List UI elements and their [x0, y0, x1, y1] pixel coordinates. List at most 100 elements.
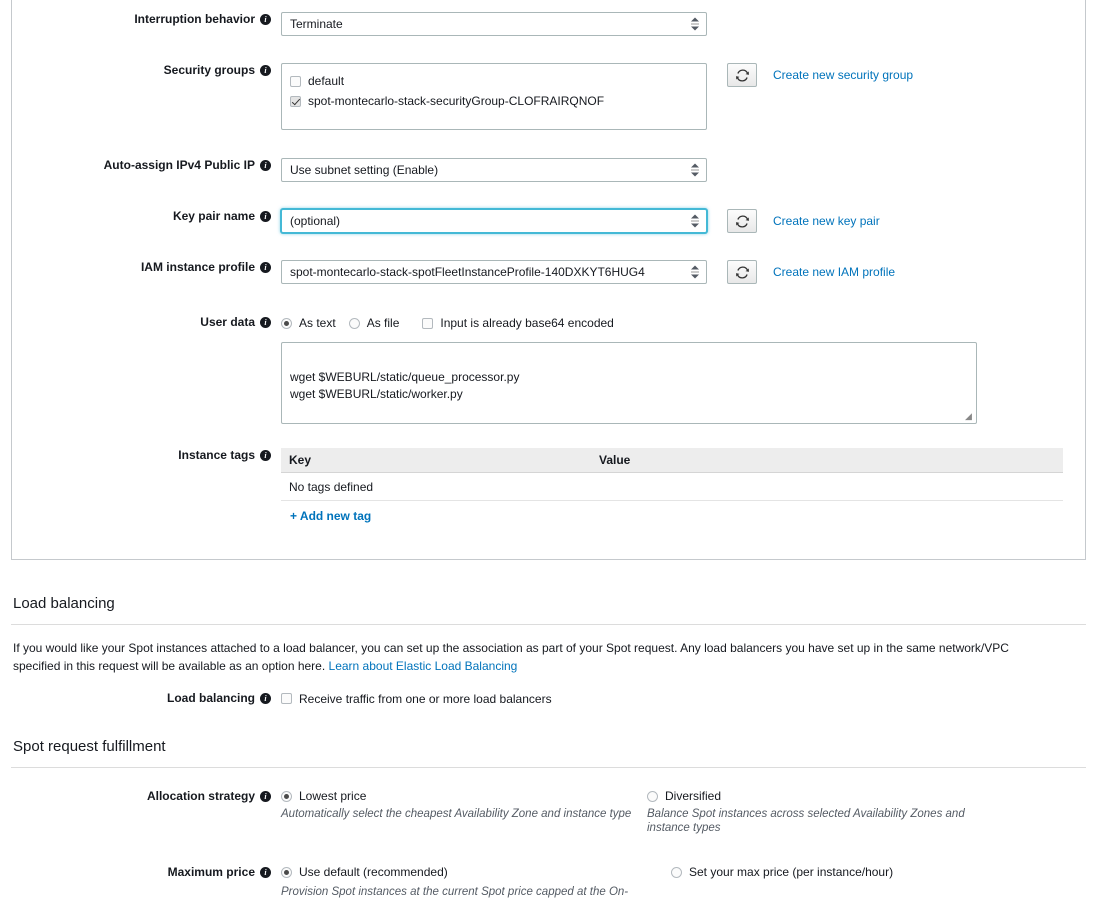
load-balancing-section-title: Load balancing — [13, 595, 115, 612]
field-interruption-behavior: Interruption behavior i Terminate — [11, 12, 1086, 36]
user-data-as-text-option[interactable]: As text — [281, 316, 336, 330]
allocation-lowest-price-radio[interactable] — [281, 790, 292, 802]
user-data-textarea[interactable]: wget $WEBURL/static/queue_processor.py w… — [281, 342, 977, 424]
divider — [11, 624, 1086, 625]
load-balancing-label-text: Load balancing — [166, 691, 255, 705]
iam-instance-profile-select[interactable]: spot-montecarlo-stack-spotFleetInstanceP… — [281, 260, 707, 284]
user-data-label: User data i — [11, 315, 281, 330]
resize-grip-icon[interactable]: ◢ — [965, 412, 975, 422]
auto-assign-ip-value: Use subnet setting (Enable) — [290, 163, 439, 177]
divider — [11, 767, 1086, 768]
user-data-base64-option[interactable]: Input is already base64 encoded — [422, 316, 614, 330]
security-group-checkbox[interactable] — [290, 75, 301, 87]
spinner-arrows-icon — [691, 17, 699, 31]
maximum-price-label-text: Maximum price — [167, 865, 255, 879]
load-balancing-checkbox-option[interactable]: Receive traffic from one or more load ba… — [281, 691, 552, 706]
maximum-price-default-hint: Provision Spot instances at the current … — [281, 886, 629, 898]
field-instance-tags: Instance tags i Key Value No tags define… — [11, 448, 1086, 523]
security-group-actions: Create new security group — [727, 63, 913, 87]
info-icon[interactable]: i — [260, 262, 271, 273]
info-icon[interactable]: i — [260, 450, 271, 461]
add-new-tag-link[interactable]: + Add new tag — [290, 509, 371, 523]
maximum-price-custom-option[interactable]: Set your max price (per instance/hour) — [671, 865, 1011, 879]
maximum-price-label: Maximum price i — [11, 865, 281, 880]
allocation-lowest-price-option[interactable]: Lowest price — [281, 789, 647, 803]
maximum-price-default-radio[interactable] — [281, 866, 292, 878]
refresh-key-pairs-button[interactable] — [727, 209, 757, 233]
field-auto-assign-ip: Auto-assign IPv4 Public IP i Use subnet … — [11, 158, 1086, 182]
refresh-icon — [735, 68, 749, 82]
spinner-arrows-icon — [691, 163, 699, 177]
user-data-as-file-label: As file — [366, 316, 400, 330]
user-data-as-text-radio[interactable] — [281, 317, 292, 329]
spinner-arrows-icon — [691, 214, 699, 228]
key-pair-name-select[interactable]: (optional) — [281, 209, 707, 233]
interruption-behavior-value: Terminate — [290, 17, 343, 31]
field-user-data: User data i As text As file Input is alr… — [11, 315, 1086, 424]
security-groups-label: Security groups i — [11, 63, 281, 78]
instance-tags-table-header: Key Value — [281, 448, 1063, 473]
info-icon[interactable]: i — [260, 14, 271, 25]
user-data-controls: As text As file Input is already base64 … — [281, 315, 977, 424]
interruption-behavior-label: Interruption behavior i — [11, 12, 281, 27]
security-group-name: spot-montecarlo-stack-securityGroup-CLOF… — [308, 94, 605, 108]
info-icon[interactable]: i — [260, 867, 271, 878]
learn-about-elb-link[interactable]: Learn about Elastic Load Balancing — [329, 659, 518, 673]
security-groups-listbox[interactable]: default spot-montecarlo-stack-securityGr… — [281, 63, 707, 130]
allocation-strategy-label: Allocation strategy i — [11, 789, 281, 804]
column-header-value: Value — [599, 453, 631, 467]
refresh-security-groups-button[interactable] — [727, 63, 757, 87]
column-header-key: Key — [289, 453, 312, 467]
allocation-diversified-radio[interactable] — [647, 790, 658, 802]
auto-assign-ip-select[interactable]: Use subnet setting (Enable) — [281, 158, 707, 182]
user-data-as-text-label: As text — [299, 316, 336, 330]
allocation-diversified-option[interactable]: Diversified — [647, 789, 987, 803]
load-balancing-checkbox-label: Receive traffic from one or more load ba… — [299, 691, 552, 706]
info-icon[interactable]: i — [260, 317, 271, 328]
maximum-price-option-default: Use default (recommended) Provision Spot… — [281, 865, 659, 899]
auto-assign-ip-label-text: Auto-assign IPv4 Public IP — [103, 158, 255, 172]
allocation-lowest-price-hint: Automatically select the cheapest Availa… — [281, 808, 632, 820]
create-new-iam-profile-link[interactable]: Create new IAM profile — [773, 265, 895, 279]
interruption-behavior-select[interactable]: Terminate — [281, 12, 707, 36]
user-data-base64-label: Input is already base64 encoded — [440, 316, 614, 330]
instance-tags-add-row: + Add new tag — [281, 501, 1063, 523]
user-data-input-mode-group: As text As file Input is already base64 … — [281, 315, 977, 331]
maximum-price-default-option[interactable]: Use default (recommended) — [281, 865, 659, 879]
info-icon[interactable]: i — [260, 693, 271, 704]
spinner-arrows-icon — [691, 265, 699, 279]
user-data-as-file-option[interactable]: As file — [348, 316, 400, 330]
maximum-price-option-custom: Set your max price (per instance/hour) — [671, 865, 1011, 879]
create-new-key-pair-link[interactable]: Create new key pair — [773, 214, 880, 228]
instance-tags-label: Instance tags i — [11, 448, 281, 463]
auto-assign-ip-label: Auto-assign IPv4 Public IP i — [11, 158, 281, 173]
field-allocation-strategy: Allocation strategy i Lowest price Autom… — [11, 789, 1086, 835]
iam-instance-profile-value: spot-montecarlo-stack-spotFleetInstanceP… — [290, 265, 645, 279]
info-icon[interactable]: i — [260, 211, 271, 222]
info-icon[interactable]: i — [260, 65, 271, 76]
refresh-icon — [735, 265, 749, 279]
field-security-groups: Security groups i default spot-montecarl… — [11, 63, 1086, 130]
security-group-option[interactable]: spot-montecarlo-stack-securityGroup-CLOF… — [290, 91, 698, 111]
user-data-textarea-content: wget $WEBURL/static/queue_processor.py w… — [290, 370, 520, 423]
field-iam-instance-profile: IAM instance profile i spot-montecarlo-s… — [11, 260, 1086, 284]
security-group-checkbox[interactable] — [290, 95, 301, 107]
maximum-price-custom-radio[interactable] — [671, 866, 682, 878]
user-data-base64-checkbox[interactable] — [422, 317, 434, 329]
iam-instance-profile-label-text: IAM instance profile — [140, 260, 255, 274]
load-balancing-checkbox[interactable] — [281, 693, 292, 704]
instance-tags-table: Key Value No tags defined + Add new tag — [281, 448, 1063, 523]
user-data-as-file-radio[interactable] — [348, 317, 360, 329]
user-data-label-text: User data — [200, 315, 255, 329]
allocation-strategy-label-text: Allocation strategy — [146, 789, 255, 803]
allocation-strategy-option-diversified: Diversified Balance Spot instances acros… — [647, 789, 987, 835]
refresh-iam-profiles-button[interactable] — [727, 260, 757, 284]
load-balancing-label: Load balancing i — [11, 691, 281, 706]
load-balancing-description: If you would like your Spot instances at… — [13, 639, 1013, 675]
maximum-price-default-label: Use default (recommended) — [299, 865, 448, 879]
security-group-option[interactable]: default — [290, 71, 698, 91]
create-new-security-group-link[interactable]: Create new security group — [773, 68, 913, 82]
iam-instance-profile-label: IAM instance profile i — [11, 260, 281, 275]
info-icon[interactable]: i — [260, 791, 271, 802]
info-icon[interactable]: i — [260, 160, 271, 171]
